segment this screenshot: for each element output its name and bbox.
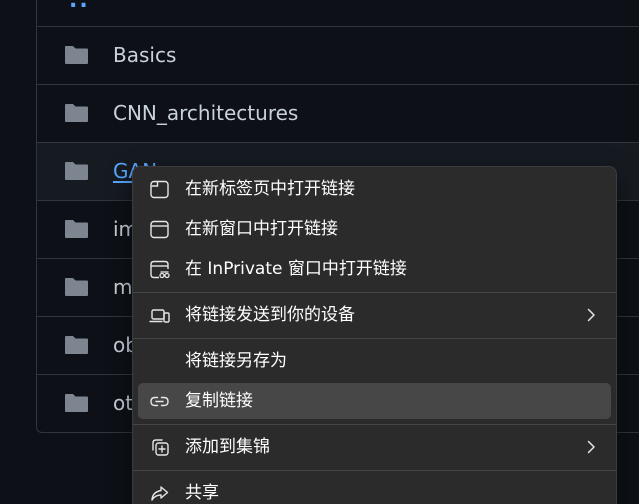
table-row[interactable]: CNN_architectures <box>37 84 639 142</box>
menu-item-label: 共享 <box>185 483 219 503</box>
chevron-right-icon <box>587 440 595 454</box>
menu-item-copy-link[interactable]: 复制链接 <box>138 383 611 419</box>
folder-icon <box>65 336 88 354</box>
menu-item-label: 将链接另存为 <box>185 351 287 371</box>
menu-item-add-to-collections[interactable]: 添加到集锦 <box>138 429 611 465</box>
menu-item-share[interactable]: 共享 <box>138 475 611 504</box>
menu-separator <box>133 338 616 339</box>
menu-item-label: 在新窗口中打开链接 <box>185 219 338 239</box>
parent-directory-row[interactable]: .. <box>37 0 639 26</box>
folder-icon <box>65 46 88 64</box>
menu-separator <box>133 470 616 471</box>
menu-item-label: 在新标签页中打开链接 <box>185 179 355 199</box>
menu-item-label: 复制链接 <box>185 391 253 411</box>
folder-name-link[interactable]: ot <box>113 389 133 417</box>
parent-directory-link[interactable]: .. <box>69 0 90 12</box>
folder-icon <box>65 104 88 122</box>
menu-item-open-in-new-window[interactable]: 在新窗口中打开链接 <box>138 211 611 247</box>
collections-icon <box>152 439 169 456</box>
new-window-icon <box>150 220 169 239</box>
folder-name-link[interactable]: CNN_architectures <box>113 99 298 127</box>
link-icon <box>150 396 169 407</box>
folder-icon <box>65 220 88 238</box>
menu-item-save-link-as[interactable]: 将链接另存为 <box>138 343 611 379</box>
inprivate-window-icon <box>150 260 170 279</box>
folder-icon <box>65 278 88 296</box>
menu-separator <box>133 292 616 293</box>
browser-viewport: .. Basics CNN_architectures GAN im <box>0 0 639 504</box>
menu-separator <box>133 424 616 425</box>
folder-icon <box>65 162 88 180</box>
send-to-device-icon <box>149 309 170 323</box>
menu-item-label: 在 InPrivate 窗口中打开链接 <box>185 259 407 279</box>
menu-item-label: 将链接发送到你的设备 <box>185 305 355 325</box>
share-icon <box>151 486 169 501</box>
folder-name-link[interactable]: Basics <box>113 41 176 69</box>
menu-item-open-in-new-tab[interactable]: 在新标签页中打开链接 <box>138 171 611 207</box>
table-row[interactable]: Basics <box>37 26 639 84</box>
folder-name-link[interactable]: m <box>113 273 132 301</box>
link-context-menu: 在新标签页中打开链接 在新窗口中打开链接 在 InPrivate 窗口中打开链接 <box>132 166 617 504</box>
new-tab-icon <box>150 180 169 199</box>
menu-item-send-to-device[interactable]: 将链接发送到你的设备 <box>138 297 611 333</box>
menu-item-open-in-inprivate[interactable]: 在 InPrivate 窗口中打开链接 <box>138 251 611 287</box>
menu-item-label: 添加到集锦 <box>185 437 270 457</box>
folder-icon <box>65 394 88 412</box>
chevron-right-icon <box>587 308 595 322</box>
